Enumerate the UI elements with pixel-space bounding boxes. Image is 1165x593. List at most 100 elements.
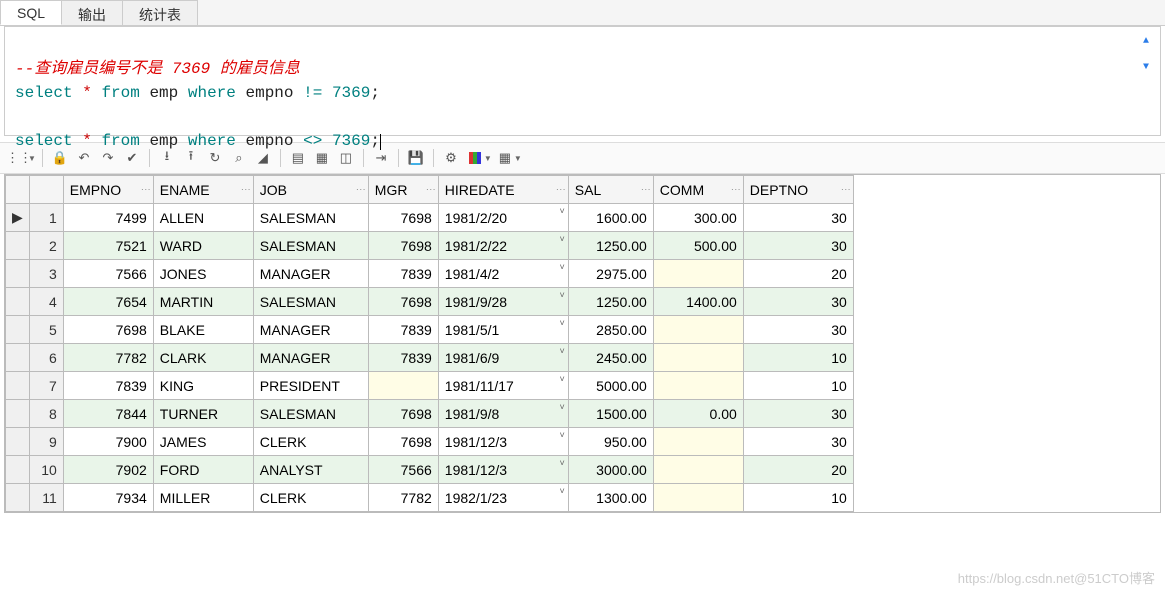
cell-deptno[interactable]: 30 <box>743 232 853 260</box>
cell-job[interactable]: SALESMAN <box>253 232 368 260</box>
cell-job[interactable]: CLERK <box>253 484 368 512</box>
cell-mgr[interactable]: 7839 <box>368 316 438 344</box>
cell-mgr[interactable]: 7782 <box>368 484 438 512</box>
tab-sql[interactable]: SQL <box>0 0 62 25</box>
col-comm[interactable]: COMM⋯ <box>653 176 743 204</box>
cell-hiredate[interactable]: 1981/2/20 <box>438 204 568 232</box>
cell-sal[interactable]: 1250.00 <box>568 232 653 260</box>
dropdown-icon[interactable]: ▼ <box>484 154 492 163</box>
cell-job[interactable]: ANALYST <box>253 456 368 484</box>
cell-job[interactable]: SALESMAN <box>253 204 368 232</box>
cell-deptno[interactable]: 30 <box>743 204 853 232</box>
cell-ename[interactable]: WARD <box>153 232 253 260</box>
cell-mgr[interactable]: 7566 <box>368 456 438 484</box>
sql-editor[interactable]: --查询雇员编号不是 7369 的雇员信息 select * from emp … <box>4 26 1161 136</box>
cell-comm[interactable]: 1400.00 <box>653 288 743 316</box>
table-row[interactable]: 27521WARDSALESMAN76981981/2/221250.00500… <box>6 232 854 260</box>
table-row[interactable]: 37566JONESMANAGER78391981/4/22975.0020 <box>6 260 854 288</box>
cell-ename[interactable]: CLARK <box>153 344 253 372</box>
cell-mgr[interactable]: 7698 <box>368 400 438 428</box>
settings-icon[interactable]: ⚙ <box>440 147 462 169</box>
table-row[interactable]: ▶17499ALLENSALESMAN76981981/2/201600.003… <box>6 204 854 232</box>
cell-hiredate[interactable]: 1981/4/2 <box>438 260 568 288</box>
cell-sal[interactable]: 1500.00 <box>568 400 653 428</box>
cell-deptno[interactable]: 10 <box>743 344 853 372</box>
col-hiredate[interactable]: HIREDATE⋯ <box>438 176 568 204</box>
cell-hiredate[interactable]: 1981/2/22 <box>438 232 568 260</box>
cell-hiredate[interactable]: 1981/6/9 <box>438 344 568 372</box>
cell-mgr[interactable]: 7839 <box>368 260 438 288</box>
cell-comm[interactable] <box>653 344 743 372</box>
cell-ename[interactable]: KING <box>153 372 253 400</box>
cell-sal[interactable]: 1600.00 <box>568 204 653 232</box>
dropdown-icon[interactable]: ▼ <box>514 154 522 163</box>
cell-mgr[interactable]: 7698 <box>368 232 438 260</box>
col-sal[interactable]: SAL⋯ <box>568 176 653 204</box>
cell-sal[interactable]: 950.00 <box>568 428 653 456</box>
cell-empno[interactable]: 7902 <box>63 456 153 484</box>
cell-deptno[interactable]: 30 <box>743 316 853 344</box>
cell-hiredate[interactable]: 1981/9/8 <box>438 400 568 428</box>
cell-mgr[interactable]: 7698 <box>368 204 438 232</box>
cell-deptno[interactable]: 30 <box>743 400 853 428</box>
cell-ename[interactable]: JAMES <box>153 428 253 456</box>
cell-job[interactable]: CLERK <box>253 428 368 456</box>
cell-comm[interactable] <box>653 456 743 484</box>
cell-deptno[interactable]: 20 <box>743 456 853 484</box>
cell-job[interactable]: SALESMAN <box>253 288 368 316</box>
cell-sal[interactable]: 2850.00 <box>568 316 653 344</box>
grid-options-icon[interactable]: ▦ <box>494 147 516 169</box>
cell-deptno[interactable]: 30 <box>743 428 853 456</box>
cell-deptno[interactable]: 10 <box>743 372 853 400</box>
cell-ename[interactable]: TURNER <box>153 400 253 428</box>
cell-hiredate[interactable]: 1981/12/3 <box>438 428 568 456</box>
cell-sal[interactable]: 2975.00 <box>568 260 653 288</box>
scroll-down-icon[interactable]: ▼ <box>1138 59 1154 75</box>
cell-hiredate[interactable]: 1981/9/28 <box>438 288 568 316</box>
cell-comm[interactable] <box>653 484 743 512</box>
cell-hiredate[interactable]: 1981/11/17 <box>438 372 568 400</box>
tab-stats[interactable]: 统计表 <box>122 0 198 25</box>
cell-comm[interactable]: 300.00 <box>653 204 743 232</box>
col-mgr[interactable]: MGR⋯ <box>368 176 438 204</box>
cell-mgr[interactable]: 7839 <box>368 344 438 372</box>
col-ename[interactable]: ENAME⋯ <box>153 176 253 204</box>
cell-job[interactable]: MANAGER <box>253 260 368 288</box>
table-row[interactable]: 57698BLAKEMANAGER78391981/5/12850.0030 <box>6 316 854 344</box>
col-job[interactable]: JOB⋯ <box>253 176 368 204</box>
results-grid-wrap[interactable]: EMPNO⋯ ENAME⋯ JOB⋯ MGR⋯ HIREDATE⋯ SAL⋯ C… <box>4 174 1161 513</box>
cell-empno[interactable]: 7521 <box>63 232 153 260</box>
cell-sal[interactable]: 5000.00 <box>568 372 653 400</box>
cell-comm[interactable]: 0.00 <box>653 400 743 428</box>
cell-sal[interactable]: 2450.00 <box>568 344 653 372</box>
cell-empno[interactable]: 7900 <box>63 428 153 456</box>
cell-deptno[interactable]: 10 <box>743 484 853 512</box>
cell-job[interactable]: PRESIDENT <box>253 372 368 400</box>
cell-empno[interactable]: 7499 <box>63 204 153 232</box>
chart-icon[interactable] <box>464 147 486 169</box>
cell-job[interactable]: SALESMAN <box>253 400 368 428</box>
cell-mgr[interactable] <box>368 372 438 400</box>
table-row[interactable]: 117934MILLERCLERK77821982/1/231300.0010 <box>6 484 854 512</box>
save-icon[interactable]: 💾 <box>405 147 427 169</box>
cell-comm[interactable] <box>653 372 743 400</box>
table-row[interactable]: 67782CLARKMANAGER78391981/6/92450.0010 <box>6 344 854 372</box>
cell-job[interactable]: MANAGER <box>253 344 368 372</box>
table-row[interactable]: 107902FORDANALYST75661981/12/33000.0020 <box>6 456 854 484</box>
cell-ename[interactable]: BLAKE <box>153 316 253 344</box>
cell-sal[interactable]: 1300.00 <box>568 484 653 512</box>
cell-job[interactable]: MANAGER <box>253 316 368 344</box>
cell-empno[interactable]: 7934 <box>63 484 153 512</box>
cell-ename[interactable]: ALLEN <box>153 204 253 232</box>
cell-empno[interactable]: 7839 <box>63 372 153 400</box>
cell-empno[interactable]: 7782 <box>63 344 153 372</box>
cell-deptno[interactable]: 20 <box>743 260 853 288</box>
cell-mgr[interactable]: 7698 <box>368 428 438 456</box>
col-empno[interactable]: EMPNO⋯ <box>63 176 153 204</box>
cell-hiredate[interactable]: 1981/12/3 <box>438 456 568 484</box>
cell-sal[interactable]: 1250.00 <box>568 288 653 316</box>
cell-ename[interactable]: MARTIN <box>153 288 253 316</box>
table-row[interactable]: 87844TURNERSALESMAN76981981/9/81500.000.… <box>6 400 854 428</box>
cell-comm[interactable] <box>653 260 743 288</box>
cell-mgr[interactable]: 7698 <box>368 288 438 316</box>
